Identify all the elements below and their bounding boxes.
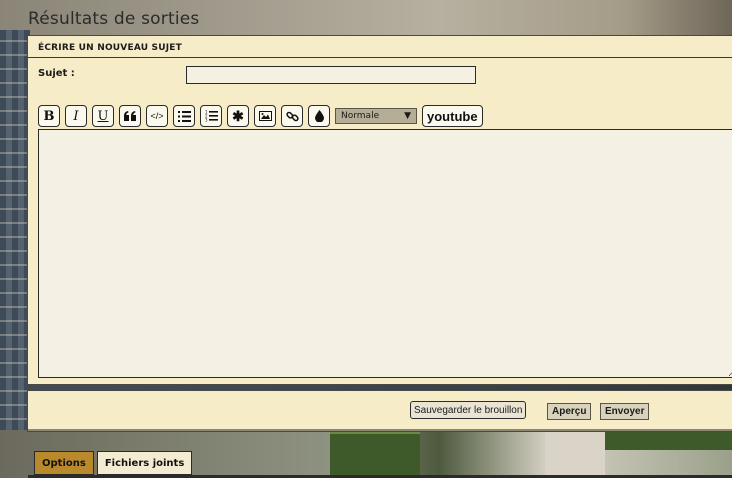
droplet-icon (314, 110, 324, 122)
tab-options[interactable]: Options (34, 451, 94, 475)
subject-label: Sujet : (38, 68, 75, 79)
quote-icon (124, 111, 136, 121)
color-button[interactable] (308, 105, 330, 127)
save-draft-button[interactable]: Sauvegarder le brouillon (410, 401, 527, 419)
italic-button[interactable]: I (65, 105, 87, 127)
hedge (330, 432, 420, 478)
bullet-list-button[interactable] (173, 105, 195, 127)
bold-icon: B (43, 108, 55, 124)
quote-button[interactable] (119, 105, 141, 127)
subject-input[interactable] (186, 66, 476, 84)
page-title: Résultats de sorties (28, 9, 200, 29)
editor-toolbar: B I U </> 1 2 3 ✱ Normale ▼ youtube (38, 105, 483, 127)
link-button[interactable] (281, 105, 303, 127)
panel-header: ÉCRIRE UN NOUVEAU SUJET (28, 36, 732, 58)
garden-path (545, 432, 605, 478)
svg-text:3: 3 (205, 118, 208, 123)
tab-bar: Options Fichiers joints (34, 451, 193, 475)
preview-button[interactable]: Aperçu (547, 403, 592, 420)
tab-attachments[interactable]: Fichiers joints (96, 451, 193, 475)
font-size-select[interactable]: Normale ▼ (335, 108, 417, 124)
underline-icon: U (97, 108, 109, 124)
italic-icon: I (73, 108, 79, 124)
send-button[interactable]: Envoyer (600, 403, 650, 420)
image-button[interactable] (254, 105, 276, 127)
link-icon (285, 111, 299, 121)
font-size-value: Normale (341, 111, 380, 121)
message-editor[interactable] (38, 129, 732, 378)
new-topic-panel: ÉCRIRE UN NOUVEAU SUJET Sujet : B I U </… (27, 35, 732, 385)
list-item-button[interactable]: ✱ (227, 105, 249, 127)
code-button[interactable]: </> (146, 105, 168, 127)
list-numbered-icon: 1 2 3 (205, 110, 218, 122)
list-bullet-icon (177, 110, 191, 122)
chevron-down-icon: ▼ (404, 111, 411, 121)
underline-button[interactable]: U (92, 105, 114, 127)
youtube-label: youtube (427, 108, 478, 124)
bold-button[interactable]: B (38, 105, 60, 127)
action-bar: Sauvegarder le brouillon Aperçu Envoyer (27, 390, 732, 432)
code-icon: </> (150, 111, 164, 121)
background-left-pattern (0, 30, 30, 460)
numbered-list-button[interactable]: 1 2 3 (200, 105, 222, 127)
youtube-button[interactable]: youtube (422, 105, 483, 127)
panel-header-title: ÉCRIRE UN NOUVEAU SUJET (38, 43, 182, 53)
image-icon (258, 111, 272, 121)
asterisk-icon: ✱ (232, 107, 244, 124)
